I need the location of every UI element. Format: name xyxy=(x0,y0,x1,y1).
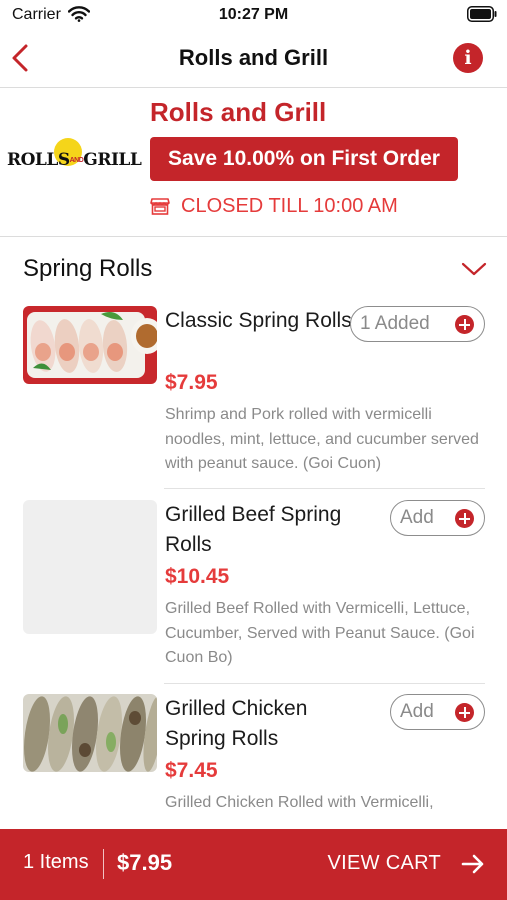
nav-bar: Rolls and Grill i xyxy=(0,30,507,88)
item-price: $7.95 xyxy=(165,371,218,394)
info-icon: i xyxy=(464,47,472,69)
chevron-left-icon xyxy=(12,44,28,72)
closed-status-text: CLOSED TILL 10:00 AM xyxy=(181,195,398,217)
cart-divider xyxy=(103,849,104,879)
menu-item[interactable]: Classic Spring Rolls 1 Added $7.95 Shrim… xyxy=(0,306,507,489)
grilled-chicken-rolls-photo xyxy=(23,694,157,772)
item-image xyxy=(23,694,157,772)
cart-item-count: 1 Items xyxy=(23,851,89,873)
section-header-spring-rolls[interactable]: Spring Rolls xyxy=(0,238,507,300)
added-button[interactable]: 1 Added xyxy=(350,306,485,342)
plus-circle-icon xyxy=(455,509,474,528)
item-divider xyxy=(164,683,485,684)
item-divider xyxy=(164,488,485,489)
status-bar: Carrier 10:27 PM xyxy=(0,0,507,30)
add-button[interactable]: Add xyxy=(390,694,485,730)
restaurant-header: ROLLSANDGRILL Rolls and Grill Save 10.00… xyxy=(0,89,507,237)
restaurant-logo: ROLLSANDGRILL xyxy=(7,135,142,175)
item-image xyxy=(23,306,157,384)
view-cart-label: VIEW CART xyxy=(327,852,441,874)
plus-circle-icon xyxy=(455,315,474,334)
info-button[interactable]: i xyxy=(453,43,483,73)
add-button-label: 1 Added xyxy=(360,313,430,334)
section-title: Spring Rolls xyxy=(23,255,153,282)
page-title: Rolls and Grill xyxy=(178,45,329,70)
plus-circle-icon xyxy=(455,703,474,722)
status-time: 10:27 PM xyxy=(218,6,289,23)
logo-wordmark: ROLLSANDGRILL xyxy=(7,150,142,170)
promo-badge: Save 10.00% on First Order xyxy=(150,137,458,181)
item-description: Shrimp and Pork rolled with vermicelli n… xyxy=(165,406,479,472)
cart-total: $7.95 xyxy=(117,850,173,875)
menu-item[interactable]: Grilled Chicken Spring Rolls Add $7.45 G… xyxy=(0,694,507,829)
item-name: Grilled Chicken Spring Rolls xyxy=(165,697,308,750)
item-name: Grilled Beef Spring Rolls xyxy=(165,503,342,556)
battery-icon xyxy=(467,6,497,22)
add-button-label: Add xyxy=(400,701,434,722)
item-image-placeholder xyxy=(23,500,157,634)
chevron-down-icon xyxy=(461,262,487,276)
item-price: $7.45 xyxy=(165,759,218,782)
add-button-label: Add xyxy=(400,507,434,528)
item-name: Classic Spring Rolls xyxy=(165,309,352,332)
arrow-right-icon xyxy=(461,854,484,874)
item-description: Grilled Chicken Rolled with Vermicelli, xyxy=(165,794,434,811)
add-button[interactable]: Add xyxy=(390,500,485,536)
item-description: Grilled Beef Rolled with Vermicelli, Let… xyxy=(165,600,475,666)
view-cart-bar[interactable]: 1 Items $7.95 VIEW CART xyxy=(0,829,507,900)
restaurant-name: Rolls and Grill xyxy=(150,97,327,127)
menu-item[interactable]: Grilled Beef Spring Rolls Add $10.45 Gri… xyxy=(0,500,507,684)
spring-rolls-photo xyxy=(23,306,157,384)
item-price: $10.45 xyxy=(165,565,230,588)
back-button[interactable] xyxy=(8,40,40,76)
storefront-icon xyxy=(150,198,170,215)
